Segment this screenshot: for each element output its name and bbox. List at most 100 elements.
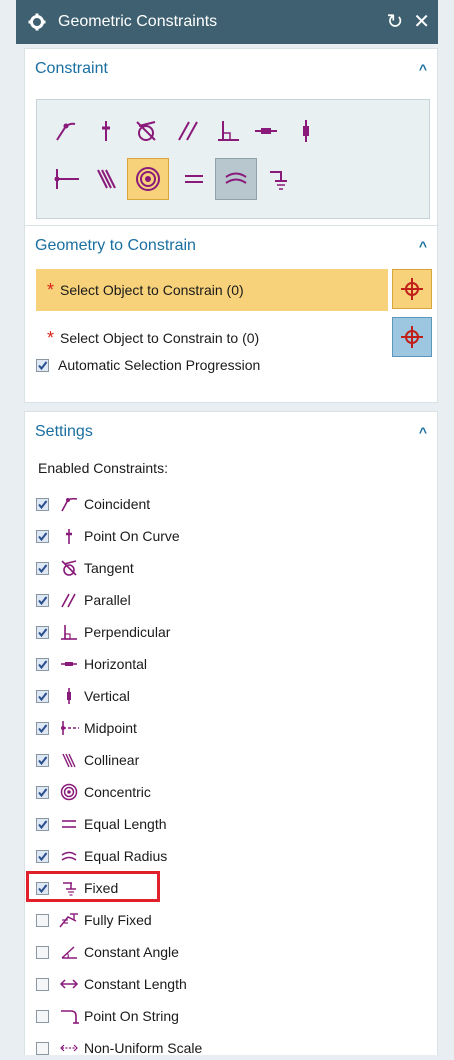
constraint-option-constant-length[interactable]: Constant Length xyxy=(36,972,187,996)
close-icon[interactable]: ✕ xyxy=(413,12,430,32)
constraint-option-collinear[interactable]: Collinear xyxy=(36,748,139,772)
coincident-checkbox[interactable] xyxy=(36,497,49,511)
constraint-option-perpendicular[interactable]: Perpendicular xyxy=(36,620,170,644)
constant-angle-checkbox[interactable] xyxy=(36,945,49,959)
equal-length-icon xyxy=(57,814,81,834)
constraint-option-equal-length[interactable]: Equal Length xyxy=(36,812,167,836)
fully-fixed-icon xyxy=(57,910,81,930)
constraint-option-constant-angle[interactable]: Constant Angle xyxy=(36,940,179,964)
non-uniform-scale-icon xyxy=(57,1038,81,1058)
chevron-up-icon[interactable]: ^ xyxy=(419,61,427,77)
constraint-option-point-on-string[interactable]: Point On String xyxy=(36,1004,179,1028)
tangent-tool-icon[interactable] xyxy=(127,112,165,150)
midpoint-checkbox[interactable] xyxy=(36,721,49,735)
point-on-string-icon xyxy=(57,1006,81,1026)
constraint-option-parallel[interactable]: Parallel xyxy=(36,588,131,612)
midpoint-tool-icon[interactable] xyxy=(47,160,85,198)
equal-radius-label: Equal Radius xyxy=(84,848,168,864)
select-object-to-row[interactable]: * Select Object to Constrain to (0) xyxy=(36,317,388,359)
constant-length-label: Constant Length xyxy=(84,976,187,992)
non-uniform-scale-checkbox[interactable] xyxy=(36,1041,49,1055)
constraint-option-non-uniform-scale[interactable]: Non-Uniform Scale xyxy=(36,1036,202,1060)
auto-progression-label: Automatic Selection Progression xyxy=(58,357,261,373)
constant-angle-label: Constant Angle xyxy=(84,944,179,960)
perpendicular-label: Perpendicular xyxy=(84,624,171,640)
settings-title: Settings xyxy=(35,423,93,440)
crosshair-icon xyxy=(401,326,423,348)
point-on-curve-label: Point On Curve xyxy=(84,528,180,544)
constraint-toolbar xyxy=(36,99,430,219)
geometry-header[interactable]: Geometry to Constrain ^ xyxy=(25,226,437,266)
fixed-highlight-box xyxy=(26,871,160,902)
fixed-tool-icon[interactable] xyxy=(259,160,297,198)
collinear-checkbox[interactable] xyxy=(36,753,49,767)
concentric-label: Concentric xyxy=(84,784,151,800)
constraint-section: Constraint ^ xyxy=(24,48,438,226)
parallel-tool-icon[interactable] xyxy=(169,112,207,150)
constraint-option-coincident[interactable]: Coincident xyxy=(36,492,150,516)
settings-header[interactable]: Settings ^ xyxy=(25,412,437,452)
fully-fixed-checkbox[interactable] xyxy=(36,913,49,927)
constant-length-checkbox[interactable] xyxy=(36,977,49,991)
dialog-title: Geometric Constraints xyxy=(58,13,218,30)
constant-angle-icon xyxy=(57,942,81,962)
horizontal-checkbox[interactable] xyxy=(36,657,49,671)
coincident-tool-icon[interactable] xyxy=(47,112,85,150)
crosshair-icon xyxy=(401,278,423,300)
constraint-option-concentric[interactable]: Concentric xyxy=(36,780,151,804)
auto-progression-option[interactable]: Automatic Selection Progression xyxy=(36,357,260,373)
tangent-checkbox[interactable] xyxy=(36,561,49,575)
point-on-string-checkbox[interactable] xyxy=(36,1009,49,1023)
parallel-label: Parallel xyxy=(84,592,131,608)
select-object-button[interactable] xyxy=(392,269,432,309)
geometry-section: Geometry to Constrain ^ * Select Object … xyxy=(24,225,438,403)
concentric-tool-icon[interactable] xyxy=(127,158,169,200)
horizontal-icon xyxy=(57,654,81,674)
settings-section: Settings ^ Enabled Constraints: Coincide… xyxy=(24,411,438,1056)
constraint-header[interactable]: Constraint ^ xyxy=(25,49,437,89)
constraint-option-equal-radius[interactable]: Equal Radius xyxy=(36,844,167,868)
required-star-icon: * xyxy=(47,279,55,300)
perpendicular-tool-icon[interactable] xyxy=(209,112,247,150)
point-on-curve-checkbox[interactable] xyxy=(36,529,49,543)
gear-icon[interactable] xyxy=(26,11,48,33)
equal-length-tool-icon[interactable] xyxy=(175,160,213,198)
non-uniform-scale-label: Non-Uniform Scale xyxy=(84,1040,203,1056)
parallel-icon xyxy=(57,590,81,610)
equal-radius-icon xyxy=(57,846,81,866)
select-object-row[interactable]: * Select Object to Constrain (0) xyxy=(36,269,388,311)
auto-progression-checkbox[interactable] xyxy=(36,358,49,372)
perpendicular-checkbox[interactable] xyxy=(36,625,49,639)
vertical-icon xyxy=(57,686,81,706)
chevron-up-icon[interactable]: ^ xyxy=(419,238,427,254)
tangent-label: Tangent xyxy=(84,560,134,576)
horizontal-tool-icon[interactable] xyxy=(247,112,285,150)
constraint-option-midpoint[interactable]: Midpoint xyxy=(36,716,137,740)
constraint-title: Constraint xyxy=(35,60,108,77)
equal-length-checkbox[interactable] xyxy=(36,817,49,831)
constraint-option-point-on-curve[interactable]: Point On Curve xyxy=(36,524,180,548)
equal-radius-tool-icon[interactable] xyxy=(215,158,257,200)
vertical-tool-icon[interactable] xyxy=(287,112,325,150)
perpendicular-icon xyxy=(57,622,81,642)
parallel-checkbox[interactable] xyxy=(36,593,49,607)
reset-icon[interactable]: ↻ xyxy=(386,12,403,32)
point-on-curve-tool-icon[interactable] xyxy=(87,112,125,150)
dialog-titlebar: Geometric Constraints ↻ ✕ xyxy=(16,0,438,44)
horizontal-label: Horizontal xyxy=(84,656,148,672)
constraint-option-vertical[interactable]: Vertical xyxy=(36,684,130,708)
constraint-option-tangent[interactable]: Tangent xyxy=(36,556,134,580)
select-object-to-button[interactable] xyxy=(392,317,432,357)
constant-length-icon xyxy=(57,974,81,994)
concentric-icon xyxy=(57,782,81,802)
constraint-option-horizontal[interactable]: Horizontal xyxy=(36,652,147,676)
concentric-checkbox[interactable] xyxy=(36,785,49,799)
chevron-up-icon[interactable]: ^ xyxy=(419,424,427,440)
fully-fixed-label: Fully Fixed xyxy=(84,912,152,928)
vertical-checkbox[interactable] xyxy=(36,689,49,703)
constraint-option-fully-fixed[interactable]: Fully Fixed xyxy=(36,908,152,932)
collinear-tool-icon[interactable] xyxy=(87,160,125,198)
vertical-label: Vertical xyxy=(84,688,130,704)
required-star-icon: * xyxy=(47,327,55,348)
equal-radius-checkbox[interactable] xyxy=(36,849,49,863)
